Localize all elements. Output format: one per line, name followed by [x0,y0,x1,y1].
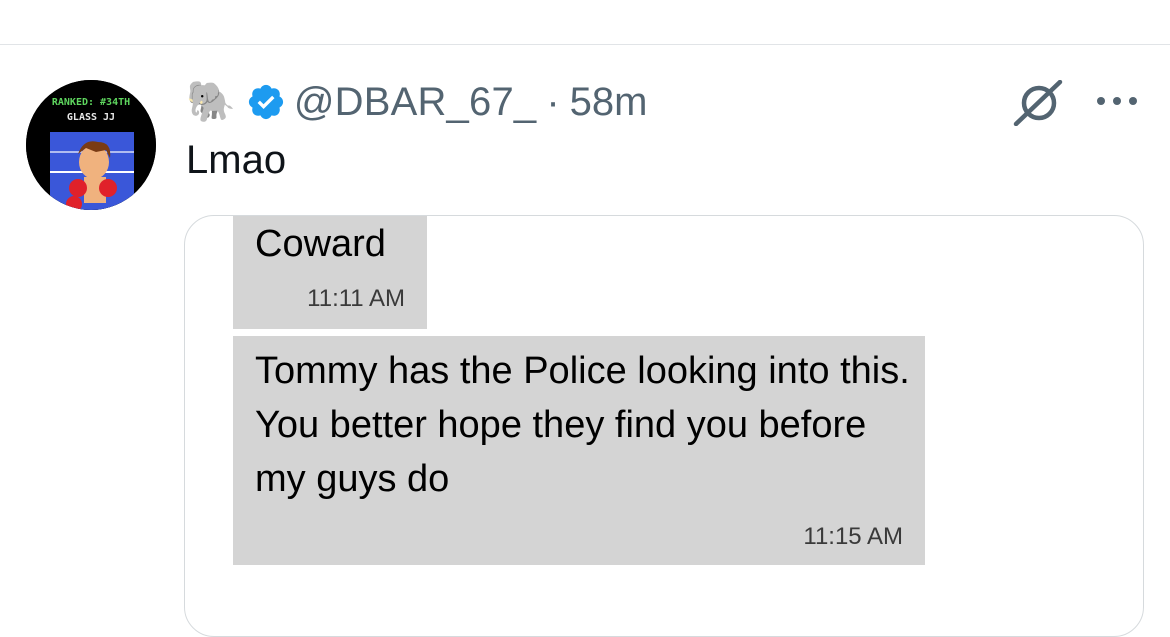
tweet-text: Lmao [186,138,287,182]
avatar-rank-label: RANKED: #34TH [52,97,130,108]
message-time: 11:15 AM [803,523,903,550]
avatar-image: RANKED: #34TH GLASS JJ [26,80,156,210]
avatar[interactable]: RANKED: #34TH GLASS JJ [26,80,156,210]
message-text: Tommy has the Police looking into this. … [255,350,910,500]
grok-icon[interactable] [1012,80,1064,126]
message-time: 11:11 AM [307,285,405,312]
author-handle[interactable]: @DBAR_67_ [294,80,537,125]
more-options-icon[interactable] [1094,89,1140,113]
tweet-header: 🐘 @DBAR_67_ · 58m [186,78,647,126]
avatar-name-label: GLASS JJ [67,112,115,123]
tweet-media-card[interactable]: Coward 11:11 AM Tommy has the Police loo… [184,215,1144,637]
verified-badge-icon[interactable] [246,82,286,122]
tweet-timestamp[interactable]: 58m [570,80,648,125]
author-emoji[interactable]: 🐘 [186,82,236,122]
message-bubble: Coward 11:11 AM [233,216,427,329]
header-separator: · [546,79,560,124]
top-divider [0,44,1170,45]
message-text: Coward [255,223,386,265]
message-bubble: Tommy has the Police looking into this. … [233,336,925,565]
